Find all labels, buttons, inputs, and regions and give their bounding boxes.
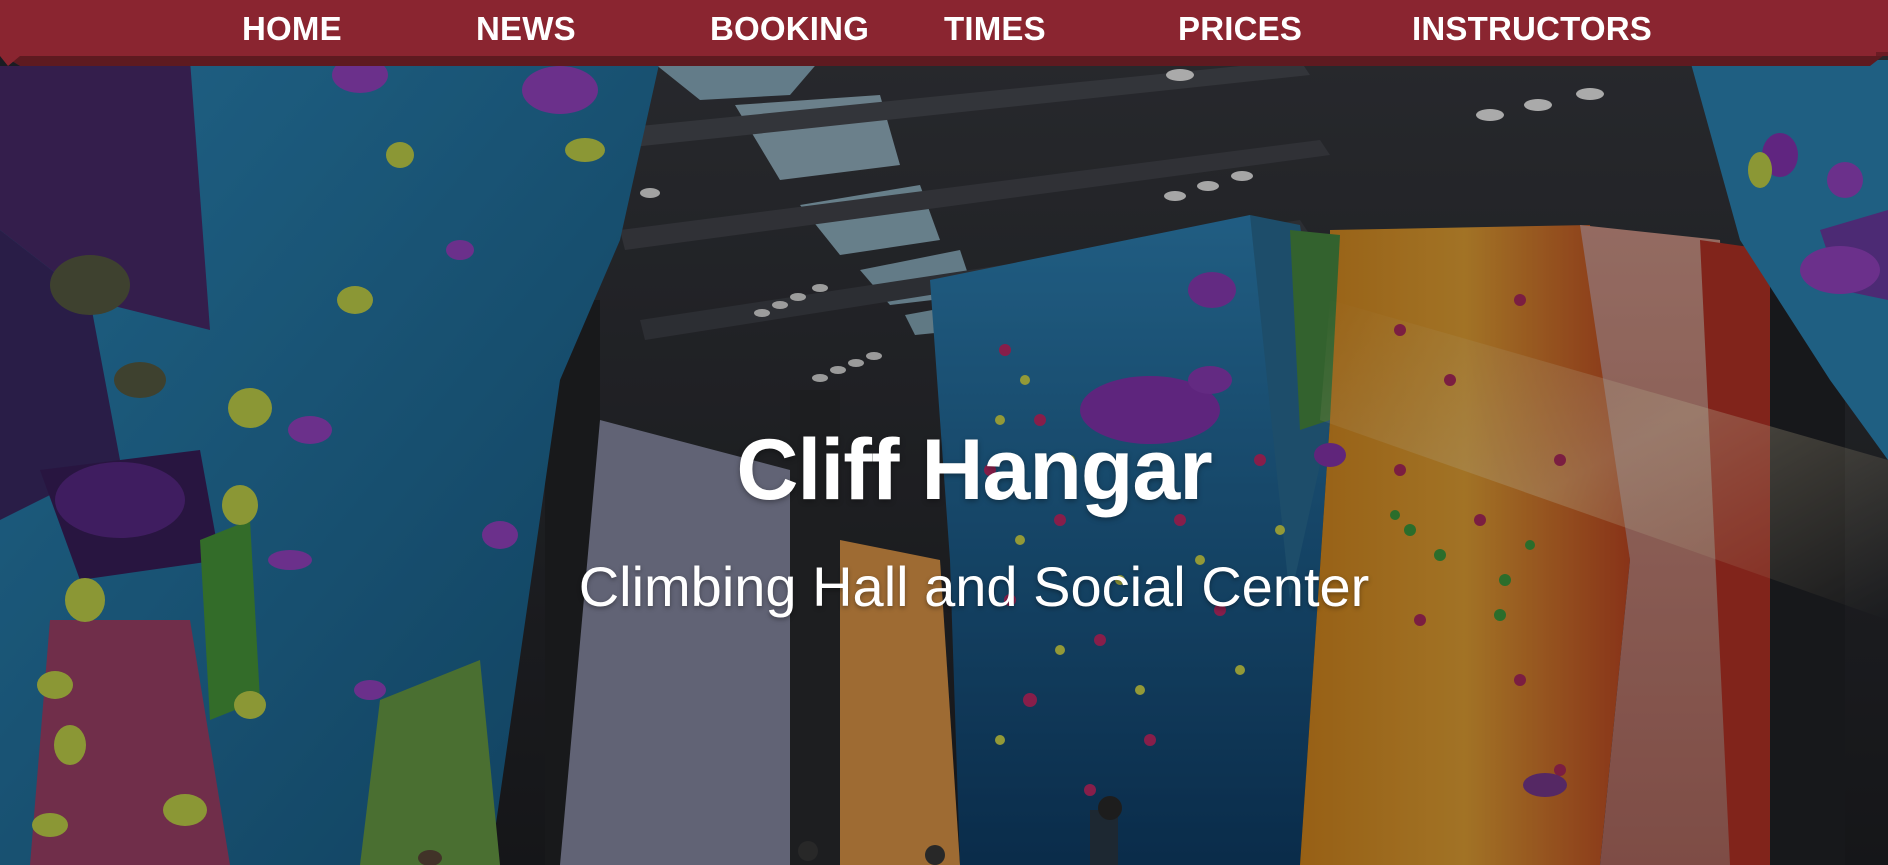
hero-subtitle: Climbing Hall and Social Center [578,555,1370,618]
nav-item-news[interactable]: NEWS [476,9,576,49]
page: HOME NEWS BOOKING TIMES PRICES INSTRUCTO… [0,0,1888,865]
main-navigation: HOME NEWS BOOKING TIMES PRICES INSTRUCTO… [0,0,1888,66]
nav-item-home[interactable]: HOME [242,9,342,49]
nav-menu: HOME NEWS BOOKING TIMES PRICES INSTRUCTO… [0,0,1888,56]
nav-item-times[interactable]: TIMES [944,9,1046,49]
hero-title: Cliff Hangar [736,422,1212,518]
nav-item-booking[interactable]: BOOKING [710,9,869,49]
nav-item-instructors[interactable]: INSTRUCTORS [1412,9,1652,49]
nav-item-prices[interactable]: PRICES [1178,9,1302,49]
